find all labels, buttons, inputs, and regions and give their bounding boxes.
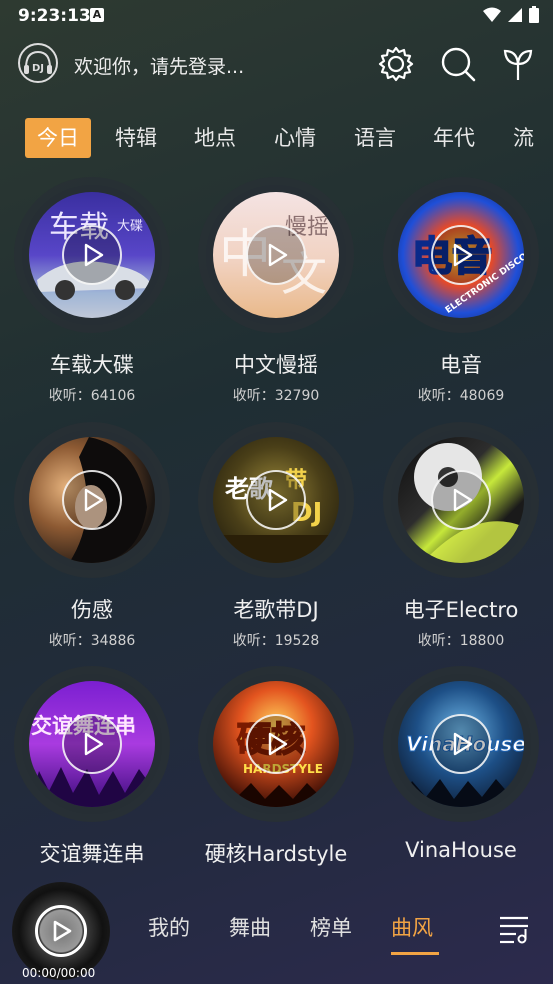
listen-count: 收听：18800 — [417, 633, 505, 649]
album-disc — [22, 430, 162, 570]
battery-icon — [529, 6, 539, 23]
logo-text: DJ — [32, 63, 44, 74]
playlist-icon — [500, 916, 528, 944]
signal-icon — [508, 7, 522, 22]
album-disc — [391, 430, 531, 570]
play-icon — [84, 732, 104, 756]
search-icon — [441, 47, 476, 82]
genre-title: 硬核Hardstyle — [204, 842, 348, 866]
play-button[interactable] — [431, 225, 491, 285]
genre-title: 中文慢摇 — [234, 353, 318, 377]
play-button[interactable] — [431, 714, 491, 774]
genre-title: 电子Electro — [403, 598, 519, 622]
tab-place[interactable]: 地点 — [182, 118, 248, 158]
listen-count: 收听：19528 — [232, 633, 320, 649]
sprout-button[interactable] — [498, 44, 538, 84]
gear-icon — [378, 46, 414, 82]
genre-title: 伤感 — [71, 598, 113, 622]
genre-title: 车载大碟 — [50, 353, 134, 377]
dj-headphones-icon: DJ — [24, 50, 52, 74]
play-button[interactable] — [431, 470, 491, 530]
dj-logo[interactable]: DJ — [18, 43, 58, 83]
album-disc: VinaHouse — [391, 674, 531, 814]
status-icons — [483, 6, 539, 23]
nav-charts[interactable]: 榜单 — [310, 912, 352, 942]
playback-time: 00:00/00:00 — [22, 966, 96, 980]
nav-active-indicator — [391, 952, 439, 955]
tab-language[interactable]: 语言 — [342, 118, 408, 158]
listen-count: 收听：64106 — [48, 388, 136, 404]
play-icon — [453, 243, 473, 267]
settings-button[interactable] — [376, 44, 416, 84]
play-icon — [84, 488, 104, 512]
album-disc: 车载 大碟 — [22, 185, 162, 325]
play-icon — [268, 732, 288, 756]
mini-play-button[interactable] — [35, 905, 87, 957]
play-button[interactable] — [62, 714, 122, 774]
tab-today[interactable]: 今日 — [25, 118, 91, 158]
genre-title: VinaHouse — [405, 838, 517, 862]
listen-count: 收听：34886 — [48, 633, 136, 649]
play-icon — [84, 243, 104, 267]
album-disc: 老歌 带 DJ — [206, 430, 346, 570]
nav-genre[interactable]: 曲风 — [391, 912, 433, 942]
album-disc: 中 文 慢摇 — [206, 185, 346, 325]
tab-era[interactable]: 年代 — [421, 118, 487, 158]
play-button[interactable] — [246, 470, 306, 530]
play-button[interactable] — [246, 225, 306, 285]
tab-genre-more[interactable]: 流 — [501, 118, 546, 158]
play-icon — [268, 488, 288, 512]
status-time: 9:23:13 — [18, 6, 91, 26]
album-disc: 交谊舞连串 — [22, 674, 162, 814]
play-icon — [268, 243, 288, 267]
login-prompt[interactable]: 欢迎你，请先登录... — [74, 52, 244, 79]
sprout-icon — [503, 49, 533, 80]
listen-count: 收听：32790 — [232, 388, 320, 404]
playlist-button[interactable] — [498, 914, 532, 944]
play-button[interactable] — [62, 470, 122, 530]
wifi-icon — [483, 7, 501, 22]
play-button[interactable] — [246, 714, 306, 774]
album-disc: 电音 ELECTRONIC DISCO — [391, 185, 531, 325]
category-tabs: 今日 特辑 地点 心情 语言 年代 流 — [0, 118, 553, 158]
genre-title: 交谊舞连串 — [39, 842, 145, 866]
genre-title: 电音 — [440, 353, 482, 377]
tab-special[interactable]: 特辑 — [103, 118, 169, 158]
tab-mood[interactable]: 心情 — [262, 118, 328, 158]
genre-title: 老歌带DJ — [233, 598, 319, 622]
play-button[interactable] — [62, 225, 122, 285]
notification-icon: A — [90, 8, 104, 22]
play-icon — [453, 732, 473, 756]
cover-text: 大碟 — [117, 219, 143, 234]
search-button[interactable] — [438, 44, 478, 84]
listen-count: 收听：48069 — [417, 388, 505, 404]
play-icon — [53, 920, 72, 942]
nav-dance[interactable]: 舞曲 — [229, 912, 271, 942]
album-disc: 硬核 HARDSTYLE — [206, 674, 346, 814]
nav-mine[interactable]: 我的 — [148, 912, 190, 942]
play-icon — [453, 488, 473, 512]
